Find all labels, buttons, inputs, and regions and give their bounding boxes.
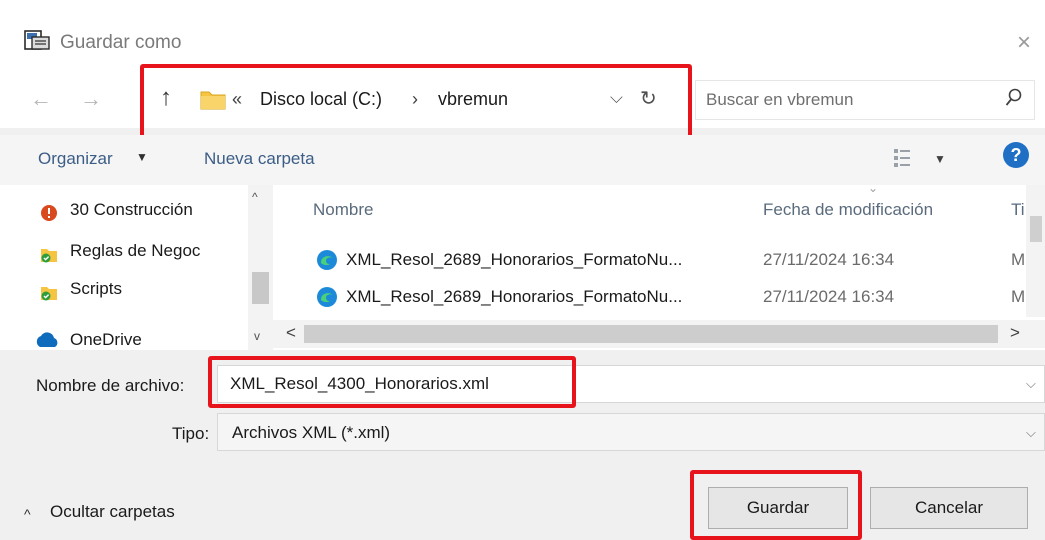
tree-item-onedrive[interactable]: OneDrive	[70, 330, 142, 350]
horizontal-scroll-thumb[interactable]	[304, 325, 998, 343]
file-type: M	[1011, 250, 1026, 269]
close-button[interactable]: ×	[1010, 30, 1038, 58]
command-bar	[0, 135, 1045, 185]
file-name[interactable]: XML_Resol_2689_Honorarios_FormatoNu...	[346, 250, 682, 270]
file-date: 27/11/2024 16:34	[763, 287, 895, 306]
cloud-icon	[36, 332, 58, 347]
file-type-label: Tipo:	[172, 424, 210, 443]
forward-arrow-icon[interactable]: →	[80, 86, 102, 112]
scroll-left-icon[interactable]: <	[286, 323, 296, 343]
vertical-scroll-thumb[interactable]	[1030, 216, 1042, 242]
column-header-date[interactable]: Fecha de modificación	[763, 200, 933, 220]
cancel-button[interactable]: Cancelar	[870, 487, 1028, 529]
sort-chevron-icon: ⌄	[868, 181, 879, 195]
folder-sync-icon	[41, 249, 57, 263]
file-type-value[interactable]: Archivos XML (*.xml)	[232, 423, 390, 443]
file-type: M	[1011, 287, 1026, 306]
filename-highlight-box	[208, 356, 576, 408]
tree-scrollbar[interactable]	[248, 185, 273, 350]
folder-sync-icon	[41, 287, 57, 301]
window-top-edge	[0, 0, 1045, 10]
edge-browser-icon	[317, 287, 337, 307]
address-highlight-box	[140, 64, 692, 142]
folder-warning-icon	[41, 205, 57, 221]
save-dialog-icon	[24, 30, 50, 50]
tree-item-scripts[interactable]: Scripts	[70, 279, 122, 299]
file-list-vertical-scrollbar[interactable]	[1026, 185, 1045, 317]
view-caret-icon[interactable]: ▼	[934, 152, 946, 166]
caret-down-icon[interactable]: ▼	[136, 150, 148, 164]
scroll-down-icon[interactable]: v	[254, 329, 260, 343]
new-folder-button[interactable]: Nueva carpeta	[204, 149, 315, 169]
chevron-up-icon[interactable]: ^	[24, 506, 31, 522]
save-highlight-box	[690, 470, 862, 540]
column-header-name[interactable]: Nombre	[313, 200, 373, 220]
tree-scroll-thumb[interactable]	[252, 272, 269, 304]
tree-item-30-construccion[interactable]: 30 Construcción	[70, 200, 193, 220]
hide-folders-button[interactable]: Ocultar carpetas	[50, 502, 175, 522]
search-input[interactable]: Buscar en vbremun	[706, 90, 853, 110]
dialog-title: Guardar como	[60, 32, 182, 53]
file-date: 27/11/2024 16:34	[763, 250, 895, 269]
scroll-up-icon[interactable]: ^	[252, 190, 258, 204]
chevron-down-icon[interactable]: ⌵	[1026, 425, 1036, 441]
tree-item-reglas-de-negocio[interactable]: Reglas de Negoc	[70, 241, 200, 261]
back-arrow-icon[interactable]: ←	[30, 86, 52, 112]
chevron-down-icon[interactable]: ⌵	[1026, 376, 1036, 392]
organize-button[interactable]: Organizar	[38, 149, 113, 169]
scroll-right-icon[interactable]: >	[1010, 323, 1020, 343]
search-icon[interactable]	[1004, 87, 1024, 109]
filename-label: Nombre de archivo:	[36, 376, 185, 395]
edge-browser-icon	[317, 250, 337, 270]
file-name[interactable]: XML_Resol_2689_Honorarios_FormatoNu...	[346, 287, 682, 307]
help-icon[interactable]: ?	[1003, 142, 1029, 168]
column-header-type[interactable]: Ti	[1011, 200, 1025, 220]
